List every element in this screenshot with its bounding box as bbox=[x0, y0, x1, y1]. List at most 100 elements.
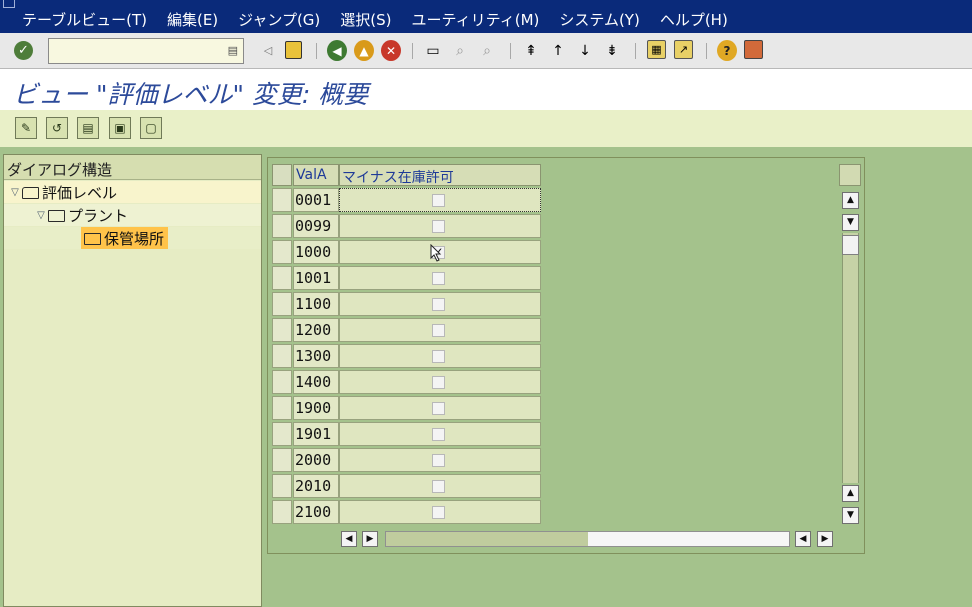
negative-stock-cell bbox=[339, 266, 541, 290]
negative-stock-checkbox[interactable] bbox=[432, 194, 445, 207]
create-session-icon[interactable]: ▦ bbox=[647, 40, 666, 59]
menu-item[interactable]: 選択(S) bbox=[340, 9, 391, 30]
menu-item[interactable]: システム(Y) bbox=[559, 9, 639, 30]
menu-item[interactable]: テーブルビュー(T) bbox=[22, 9, 147, 30]
negative-stock-checkbox[interactable] bbox=[432, 220, 445, 233]
save-icon[interactable] bbox=[285, 41, 302, 59]
scroll-left-end-icon[interactable]: ◀ bbox=[795, 531, 811, 547]
page-title: ビュー "評価レベル" 変更: 概要 bbox=[13, 80, 369, 109]
menu-items: テーブルビュー(T) 編集(E) ジャンプ(G) 選択(S) ユーティリティ(M) システ… bbox=[22, 9, 728, 30]
enter-icon[interactable]: ✓ bbox=[14, 41, 33, 60]
negative-stock-checkbox[interactable] bbox=[432, 350, 445, 363]
expand-triangle-icon[interactable]: ▽ bbox=[8, 187, 22, 198]
edit-icon[interactable]: ✎ bbox=[15, 117, 37, 139]
negative-stock-checkbox[interactable] bbox=[432, 272, 445, 285]
negative-stock-cell bbox=[339, 292, 541, 316]
last-page-icon[interactable]: ⇟ bbox=[602, 40, 622, 61]
negative-stock-checkbox[interactable] bbox=[432, 402, 445, 415]
folder-icon bbox=[48, 210, 65, 222]
select-all-rows-button[interactable] bbox=[272, 164, 292, 186]
row-selector[interactable] bbox=[272, 344, 292, 368]
toolbar-separator bbox=[510, 43, 511, 59]
negative-stock-checkbox[interactable] bbox=[432, 298, 445, 311]
vala-cell: 1300 bbox=[293, 344, 339, 368]
row-selector[interactable] bbox=[272, 266, 292, 290]
negative-stock-cell bbox=[339, 396, 541, 420]
find-next-icon[interactable]: ⌕ bbox=[477, 40, 497, 61]
scroll-page-down-icon[interactable]: ▼ bbox=[842, 507, 859, 524]
negative-stock-checkbox[interactable] bbox=[432, 324, 445, 337]
layout-icon[interactable] bbox=[744, 40, 763, 59]
vertical-scrollbar-track[interactable] bbox=[842, 233, 859, 483]
negative-stock-checkbox[interactable] bbox=[432, 506, 445, 519]
row-selector[interactable] bbox=[272, 292, 292, 316]
expand-toolbar-icon[interactable]: ◁ bbox=[258, 40, 278, 61]
shortcut-icon[interactable]: ↗ bbox=[674, 40, 693, 59]
previous-page-icon[interactable]: ↑ bbox=[548, 40, 568, 61]
negative-stock-cell bbox=[339, 370, 541, 394]
negative-stock-cell bbox=[339, 318, 541, 342]
scroll-down-icon[interactable]: ▼ bbox=[842, 214, 859, 231]
column-header-vala[interactable]: ValA bbox=[293, 164, 339, 186]
row-selector[interactable] bbox=[272, 214, 292, 238]
menu-item[interactable]: ヘルプ(H) bbox=[660, 9, 728, 30]
row-selector[interactable] bbox=[272, 396, 292, 420]
scroll-right-end-icon[interactable]: ▶ bbox=[817, 531, 833, 547]
command-history-icon[interactable]: ▤ bbox=[228, 44, 238, 57]
negative-stock-cell bbox=[339, 214, 541, 238]
open-folder-icon bbox=[22, 187, 39, 199]
back-icon[interactable]: ◀ bbox=[327, 40, 347, 61]
vala-cell: 2000 bbox=[293, 448, 339, 472]
vala-cell: 2010 bbox=[293, 474, 339, 498]
row-selector[interactable] bbox=[272, 448, 292, 472]
row-selector[interactable] bbox=[272, 422, 292, 446]
column-header-negative-stock[interactable]: マイナス在庫許可 bbox=[339, 164, 541, 186]
tree-node-plant[interactable]: ▽ プラント bbox=[34, 204, 128, 226]
details-icon[interactable]: ▤ bbox=[77, 117, 99, 139]
negative-stock-checkbox[interactable] bbox=[432, 428, 445, 441]
print-icon[interactable]: ▭ bbox=[423, 40, 443, 61]
table-settings-button[interactable] bbox=[839, 164, 861, 186]
vala-cell: 1901 bbox=[293, 422, 339, 446]
vala-cell: 0001 bbox=[293, 188, 339, 212]
negative-stock-checkbox[interactable] bbox=[432, 376, 445, 389]
system-menu-icon[interactable] bbox=[3, 0, 15, 8]
select-all-icon[interactable]: ▣ bbox=[109, 117, 131, 139]
horizontal-scrollbar-track[interactable] bbox=[385, 531, 790, 547]
menu-item[interactable]: ユーティリティ(M) bbox=[412, 9, 540, 30]
help-icon[interactable]: ? bbox=[717, 40, 737, 61]
scroll-left-icon[interactable]: ◀ bbox=[341, 531, 357, 547]
tree-node-storage-location[interactable]: 保管場所 bbox=[81, 227, 169, 249]
negative-stock-cell: ✓ bbox=[339, 240, 541, 264]
scroll-right-icon[interactable]: ▶ bbox=[362, 531, 378, 547]
negative-stock-cell bbox=[339, 344, 541, 368]
scroll-up-icon[interactable]: ▲ bbox=[842, 192, 859, 209]
row-selector[interactable] bbox=[272, 240, 292, 264]
menu-item[interactable]: ジャンプ(G) bbox=[238, 9, 320, 30]
mouse-cursor-icon bbox=[430, 243, 444, 262]
negative-stock-checkbox[interactable] bbox=[432, 480, 445, 493]
table-control: ValA マイナス在庫許可 ▲ ▼ ▲ ▼ ◀ ▶ ◀ ▶ 0001 0099 10… bbox=[267, 157, 865, 554]
tree-node-valuation-level[interactable]: ▽ 評価レベル bbox=[8, 181, 117, 203]
expand-triangle-icon[interactable]: ▽ bbox=[34, 210, 48, 221]
row-selector[interactable] bbox=[272, 500, 292, 524]
deselect-icon[interactable]: ▢ bbox=[140, 117, 162, 139]
negative-stock-checkbox[interactable] bbox=[432, 454, 445, 467]
row-selector[interactable] bbox=[272, 188, 292, 212]
horizontal-scrollbar-position[interactable] bbox=[386, 532, 588, 546]
change-display-icon[interactable]: ↺ bbox=[46, 117, 68, 139]
negative-stock-cell bbox=[339, 500, 541, 524]
row-selector[interactable] bbox=[272, 370, 292, 394]
row-selector[interactable] bbox=[272, 474, 292, 498]
vertical-scrollbar-thumb[interactable] bbox=[842, 235, 859, 255]
negative-stock-cell bbox=[339, 188, 541, 212]
menu-item[interactable]: 編集(E) bbox=[167, 9, 218, 30]
cancel-icon[interactable]: ✕ bbox=[381, 40, 401, 61]
scroll-page-up-icon[interactable]: ▲ bbox=[842, 485, 859, 502]
row-selector[interactable] bbox=[272, 318, 292, 342]
exit-icon[interactable]: ▲ bbox=[354, 40, 374, 61]
find-icon[interactable]: ⌕ bbox=[450, 40, 470, 61]
command-field[interactable]: ▤ bbox=[48, 38, 244, 64]
next-page-icon[interactable]: ↓ bbox=[575, 40, 595, 61]
first-page-icon[interactable]: ⇞ bbox=[521, 40, 541, 61]
